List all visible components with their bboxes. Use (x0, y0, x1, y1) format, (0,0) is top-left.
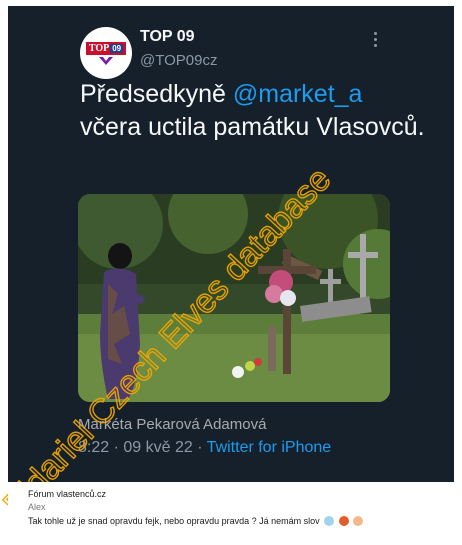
forum-name[interactable]: Fórum vlastenců.cz (28, 489, 106, 499)
post-author[interactable]: Alex (28, 502, 46, 512)
user-handle[interactable]: @TOP09cz (140, 52, 217, 69)
top09-logo: TOP 09 (85, 41, 127, 55)
tweet-meta: 8:22 · 09 kvě 22 · Twitter for iPhone (78, 439, 331, 457)
post-message: Tak tohle už je snad opravdu fejk, nebo … (28, 516, 364, 526)
display-name[interactable]: TOP 09 (140, 28, 195, 46)
tweet-photo[interactable] (78, 194, 390, 402)
angry-face-icon (338, 516, 349, 526)
source-app-link[interactable]: Twitter for iPhone (207, 439, 332, 456)
cemetery-photo (78, 194, 390, 402)
screaming-face-icon (324, 516, 335, 526)
forum-post: Fórum vlastenců.cz Alex Tak tohle už je … (8, 482, 454, 540)
mention-link[interactable]: @market_a (233, 80, 363, 108)
facepalm-icon (353, 516, 364, 526)
party-logo-icon (99, 56, 113, 65)
more-options-icon[interactable] (374, 32, 378, 48)
tweet-card: TOP 09 TOP 09 @TOP09cz Předsedkyně @marke… (8, 6, 454, 482)
avatar[interactable]: TOP 09 (80, 27, 132, 79)
tweet-text: Předsedkyně @market_a včera uctila památ… (80, 80, 425, 141)
tweet-timestamp[interactable]: 8:22 · 09 kvě 22 · (78, 439, 207, 456)
photo-caption: Markéta Pekarová Adamová (78, 416, 267, 433)
